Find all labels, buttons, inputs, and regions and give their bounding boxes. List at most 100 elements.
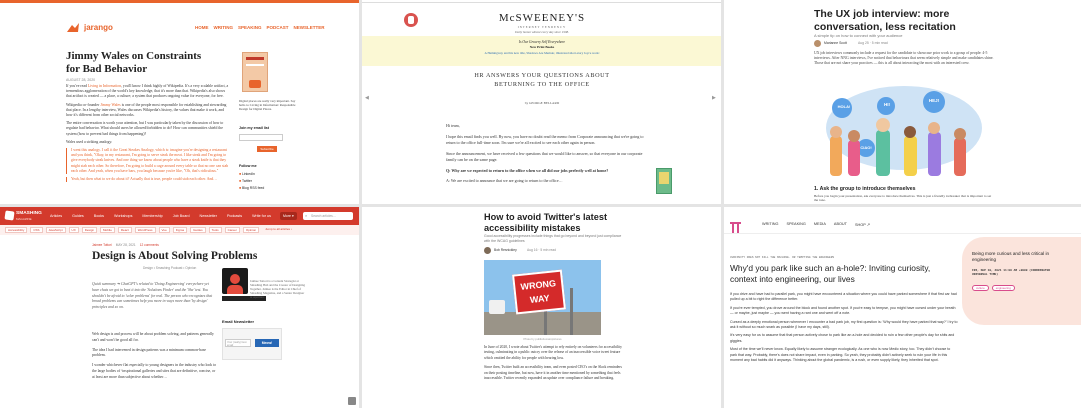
card-title: Being more curious and less critical in …: [972, 251, 1050, 262]
book-art: [249, 80, 261, 88]
tag[interactable]: engineering: [991, 285, 1015, 291]
article-title: Design is About Solving Problems: [92, 250, 258, 262]
tag[interactable]: Opinion: [242, 227, 260, 233]
mcsweeneys-tile: McSWEENEY'S INTERNET TENDENCY Daily humo…: [362, 0, 721, 204]
follow-label: Follow me: [239, 164, 257, 168]
nav-job-board[interactable]: Job Board: [173, 214, 190, 218]
promo-subtitle: New Print Books: [529, 45, 555, 49]
site-logo[interactable]: jarango: [66, 22, 113, 33]
tagline: Daily humor almost every day since 1998.: [515, 30, 569, 34]
article-subtitle: A simple tip on how to connect with your…: [814, 33, 903, 38]
tag[interactable]: Accessibility: [5, 227, 28, 233]
nav-guides[interactable]: Guides: [72, 214, 84, 218]
author-photo[interactable]: [222, 268, 248, 294]
tag[interactable]: React: [117, 227, 132, 233]
article-body: If you drive and have had to parallel pa…: [730, 292, 958, 363]
tag[interactable]: Vue: [158, 227, 170, 233]
kicker: CURIOSITY DOES NOT KILL THE MACHINE. OR …: [730, 256, 835, 259]
inline-link[interactable]: Jimmy Wales: [100, 103, 120, 107]
nav-workshops[interactable]: Workshops: [114, 214, 132, 218]
nav-books[interactable]: Books: [94, 214, 104, 218]
paragraph: The idea I had intervened in design patt…: [92, 347, 206, 358]
nav-speaking[interactable]: SPEAKING: [786, 222, 805, 227]
hero-photo: WRONG WAY: [484, 260, 601, 335]
site-logo-icon[interactable]: [730, 220, 741, 233]
tag[interactable]: CSS: [30, 227, 43, 233]
tag[interactable]: JavaScript: [45, 227, 66, 233]
next-arrow-icon[interactable]: ▶: [712, 95, 716, 101]
bubble-ciao: CIAO!: [860, 145, 872, 150]
post-body: If you've read Living in Information, yo…: [66, 84, 230, 183]
article-title: How to avoid Twitter's latest accessibil…: [484, 212, 607, 233]
avatar[interactable]: [484, 247, 491, 254]
tag[interactable]: Guides: [190, 227, 206, 233]
bubble-hej: HEJ!: [928, 98, 940, 103]
rss-icon: ■: [239, 186, 242, 190]
nav-home[interactable]: HOME: [195, 25, 209, 30]
email-input[interactable]: [239, 134, 283, 141]
more-button[interactable]: More ▾: [280, 212, 297, 220]
search-input[interactable]: ⌕ Search articles…: [303, 212, 353, 220]
nav-newsletter[interactable]: NEWSLETTER: [294, 25, 325, 30]
newsletter-email-input[interactable]: Your (really) best email: [225, 339, 251, 347]
nav-writing[interactable]: WRITING: [214, 25, 234, 30]
nav-articles[interactable]: Articles: [50, 214, 62, 218]
avatar[interactable]: [814, 40, 821, 47]
brand-sub: MAGAZINE: [16, 217, 32, 221]
follow-rss[interactable]: ■ Blog RSS feed: [239, 185, 264, 192]
bubble-hola: HOLA!: [837, 104, 851, 109]
newsletter-submit-button[interactable]: Meow!: [255, 339, 279, 347]
nav-podcasts[interactable]: Podcasts: [227, 214, 242, 218]
twitter-article-tile: How to avoid Twitter's latest accessibil…: [362, 207, 721, 408]
nav-media[interactable]: MEDIA: [814, 222, 826, 227]
scroll-top-icon[interactable]: [348, 397, 356, 405]
follow-twitter[interactable]: ■ Twitter: [239, 178, 264, 185]
tag[interactable]: Design: [81, 227, 98, 233]
quick-summary: Quick summary ↬ ChatGPT's related to 'Do…: [92, 282, 213, 310]
sidebar-book-ad[interactable]: [656, 168, 672, 194]
tag[interactable]: UX: [68, 227, 79, 233]
nav-about[interactable]: ABOUT: [834, 222, 847, 227]
nav-speaking[interactable]: SPEAKING: [238, 25, 262, 30]
masthead[interactable]: McSWEENEY'S: [492, 12, 592, 24]
tag[interactable]: culture: [972, 285, 989, 291]
tag[interactable]: Figma: [172, 227, 188, 233]
paragraph: UX job interviews commonly include a req…: [814, 51, 994, 66]
ux-article-tile: The UX job interview: more conversation,…: [724, 0, 1081, 204]
related-topics[interactable]: Design • Smashing Podcast • Opinion: [143, 266, 196, 270]
follow-links: ■ LinkedIn ■ Twitter ■ Blog RSS feed: [239, 171, 264, 192]
mcsweeneys-badge-icon[interactable]: [404, 13, 418, 27]
related-talk-card[interactable]: Being more curious and less critical in …: [962, 237, 1081, 325]
tag[interactable]: Career: [224, 227, 240, 233]
paragraph: If you've read Living in Information, yo…: [66, 84, 229, 99]
brand-name[interactable]: SMASHING: [16, 211, 42, 216]
tag-bar: Accessibility CSS JavaScript UX Design M…: [0, 225, 359, 235]
tag[interactable]: WordPress: [134, 227, 156, 233]
paragraph: If you're ever tempted, you drove around…: [730, 305, 956, 316]
comments-link[interactable]: 12 comments: [140, 243, 159, 247]
article-title: HR ANSWERS YOUR QUESTIONS ABOUT BETURNIN…: [474, 72, 610, 88]
smashing-cat-logo-icon[interactable]: [4, 210, 15, 221]
promo-banner[interactable]: Is Our Grocery Self Everywhere New Print…: [362, 36, 721, 66]
follow-linkedin[interactable]: ■ LinkedIn: [239, 171, 264, 178]
nav-shop[interactable]: SHOP ↗: [855, 222, 870, 227]
author-name[interactable]: Marianne Scott: [824, 41, 847, 45]
subscribe-button[interactable]: Subscribe: [257, 146, 277, 152]
nav-write[interactable]: Write for us: [252, 214, 271, 218]
tag[interactable]: Tools: [208, 227, 222, 233]
paragraph: Hi team,: [446, 123, 460, 128]
promo-line[interactable]: A Hemingway and his new title, Shadows A…: [462, 51, 622, 55]
author-name[interactable]: Bob Resnickley: [494, 248, 517, 252]
tag[interactable]: Mobile: [100, 227, 115, 233]
nav-writing[interactable]: WRITING: [762, 222, 778, 227]
nav-podcast[interactable]: PODCAST: [267, 25, 289, 30]
prev-arrow-icon[interactable]: ◀: [365, 95, 369, 101]
all-articles-link[interactable]: Jump to all articles ↓: [265, 227, 292, 233]
author-link[interactable]: Jaimee Tottori: [92, 243, 112, 247]
book-cover[interactable]: [242, 52, 268, 92]
paragraph: Wikipedia co-founder Jimmy Wales is one …: [66, 102, 227, 118]
sign-text-way: WAY: [529, 292, 551, 305]
nav-newsletter[interactable]: Newsletter: [200, 214, 217, 218]
inline-link[interactable]: Living in Information: [88, 84, 121, 88]
nav-membership[interactable]: Membership: [142, 214, 162, 218]
